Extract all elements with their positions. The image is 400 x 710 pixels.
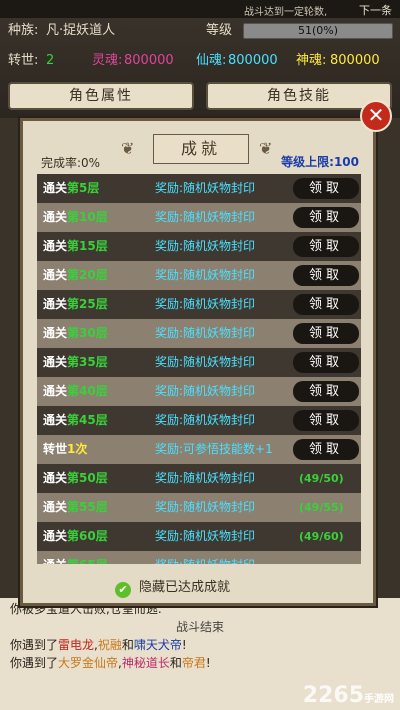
claim-button[interactable]: 领取 — [293, 410, 359, 431]
achievement-reward: 奖励:随机妖物封印 — [155, 239, 256, 253]
completion-rate: 完成率:0% — [41, 156, 101, 170]
claim-button[interactable]: 领取 — [293, 178, 359, 199]
rebirth-value: 2 — [46, 53, 55, 68]
achievement-condition: 通关第20层 — [43, 268, 108, 282]
achievement-progress: (49/60) — [299, 530, 344, 543]
achievement-list[interactable]: 通关第5层 奖励:随机妖物封印 领取 通关第10层 奖励:随机妖物封印 领取 通关第15层奖… — [37, 174, 361, 564]
ling-label: 灵魂: — [92, 53, 123, 68]
log-line: 你遇到了大罗金仙帝,神秘道长和帝君! — [10, 656, 211, 670]
achievement-condition: 通关第25层 — [43, 297, 108, 311]
achievement-condition: 通关第60层 — [43, 529, 108, 543]
level-label: 等级 — [206, 23, 233, 38]
claim-button[interactable]: 领取 — [293, 352, 359, 373]
achievement-row: 通关第60层 奖励:随机妖物封印 (49/60) — [37, 522, 361, 551]
achievement-row: 通关第55层 奖励:随机妖物封印 (49/55) — [37, 493, 361, 522]
race-value: 凡·捉妖道人 — [46, 23, 116, 38]
log-line: 你遇到了雷电龙,祝融和啸天犬帝! — [10, 638, 187, 652]
claim-button[interactable]: 领取 — [293, 265, 359, 286]
achievement-row: 通关第15层 奖励:随机妖物封印 领取 — [37, 232, 361, 261]
achievement-condition: 通关第10层 — [43, 210, 108, 224]
achievement-condition: 通关第45层 — [43, 413, 108, 427]
achievement-reward: 奖励:随机妖物封印 — [155, 529, 256, 543]
achievement-reward: 奖励:随机妖物封印 — [155, 210, 256, 224]
check-icon: ✔ — [115, 582, 131, 598]
level-bar: 51(0%) — [243, 23, 393, 39]
battle-log: 你被多宝道人击败,仓皇而逃. 战斗结束 你遇到了雷电龙,祝融和啸天犬帝! 你遇到… — [0, 598, 400, 710]
achievement-row: 转世1次 奖励:可参悟技能数+1 领取 — [37, 435, 361, 464]
achievement-reward: 奖励:随机妖物封印 — [155, 355, 256, 369]
player-stats-row: 转世: 2 灵魂: 800000 仙魂: 800000 神魂: 800000 — [0, 50, 400, 72]
claim-button[interactable]: 领取 — [293, 207, 359, 228]
achievement-reward: 奖励:随机妖物封印 — [155, 326, 256, 340]
tab-attributes[interactable]: 角色属性 — [8, 82, 194, 110]
achievement-row: 通关第50层 奖励:随机妖物封印 (49/50) — [37, 464, 361, 493]
achievement-progress: (49/55) — [299, 501, 344, 514]
achievement-row: 通关第35层 奖励:随机妖物封印 领取 — [37, 348, 361, 377]
news-ticker: 战斗达到一定轮数, 下一条 — [0, 0, 400, 18]
achievement-reward: 奖励:可参悟技能数+1 — [155, 442, 273, 456]
achievement-row: 通关第30层 奖励:随机妖物封印 领取 — [37, 319, 361, 348]
achievement-row: 通关第45层 奖励:随机妖物封印 领取 — [37, 406, 361, 435]
next-message-button[interactable]: 下一条 — [359, 2, 392, 18]
shen-value: 800000 — [330, 53, 380, 68]
achievement-reward: 奖励:随机妖物封印 — [155, 471, 256, 485]
ling-value: 800000 — [124, 53, 174, 68]
achievement-condition: 通关第35层 — [43, 355, 108, 369]
log-line: 战斗结束 — [175, 620, 224, 634]
achievement-condition: 通关第55层 — [43, 500, 108, 514]
rebirth-label: 转世: — [8, 53, 39, 68]
achievements-dialog: ❦ 成就 ❦ 完成率:0% 等级上限:100 通关第5层 奖励:随机妖物封印 领取通… — [20, 118, 376, 606]
claim-button[interactable]: 领取 — [293, 236, 359, 257]
achievement-row: 通关第65层 奖励:随机妖物封印 — [37, 551, 361, 564]
claim-button[interactable]: 领取 — [293, 381, 359, 402]
achievement-row: 通关第10层 奖励:随机妖物封印 领取 — [37, 203, 361, 232]
hide-completed-label: 隐藏已达成成就 — [139, 580, 231, 595]
achievement-row: 通关第40层 奖励:随机妖物封印 领取 — [37, 377, 361, 406]
achievement-row: 通关第5层 奖励:随机妖物封印 领取 — [37, 174, 361, 203]
hide-completed-toggle[interactable]: ✔ 隐藏已达成成就 — [115, 576, 230, 598]
achievement-reward: 奖励:随机妖物封印 — [155, 500, 256, 514]
achievement-row: 通关第20层 奖励:随机妖物封印 领取 — [37, 261, 361, 290]
achievement-progress: (49/50) — [299, 472, 344, 485]
ticker-text: 战斗达到一定轮数, — [244, 7, 328, 18]
xian-label: 仙魂: — [196, 53, 227, 68]
shen-label: 神魂: — [296, 53, 327, 68]
close-icon[interactable]: ✕ — [360, 100, 392, 132]
achievement-reward: 奖励:随机妖物封印 — [155, 297, 256, 311]
achievement-reward: 奖励:随机妖物封印 — [155, 413, 256, 427]
claim-button[interactable]: 领取 — [293, 323, 359, 344]
achievement-condition: 通关第30层 — [43, 326, 108, 340]
watermark: 2265手游网 — [302, 683, 394, 708]
achievement-reward: 奖励:随机妖物封印 — [155, 268, 256, 282]
achievement-condition: 通关第15层 — [43, 239, 108, 253]
claim-button[interactable]: 领取 — [293, 439, 359, 460]
dialog-title: 成就 — [153, 134, 249, 164]
achievement-condition: 通关第40层 — [43, 384, 108, 398]
achievement-row: 通关第25层 奖励:随机妖物封印 领取 — [37, 290, 361, 319]
claim-button[interactable]: 领取 — [293, 294, 359, 315]
achievement-condition: 转世1次 — [43, 442, 88, 456]
level-cap: 等级上限:100 — [281, 155, 359, 169]
achievement-reward: 奖励:随机妖物封印 — [155, 181, 256, 195]
achievement-condition: 通关第65层 — [43, 551, 108, 564]
achievement-condition: 通关第5层 — [43, 181, 100, 195]
achievement-condition: 通关第50层 — [43, 471, 108, 485]
race-label: 种族: — [8, 23, 39, 38]
achievement-reward: 奖励:随机妖物封印 — [155, 551, 255, 564]
ornament-icon: ❦ — [121, 139, 135, 158]
achievement-reward: 奖励:随机妖物封印 — [155, 384, 256, 398]
ornament-icon: ❦ — [259, 139, 273, 158]
xian-value: 800000 — [228, 53, 278, 68]
